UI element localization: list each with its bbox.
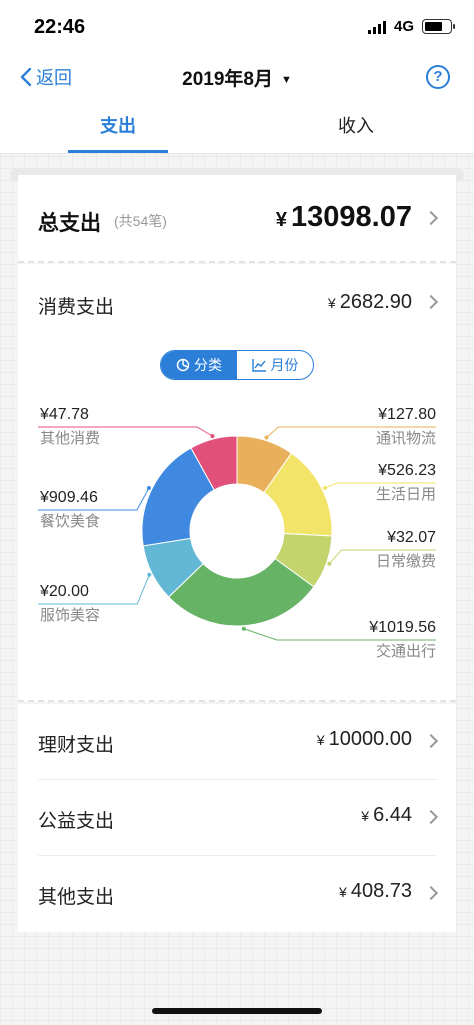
caret-down-icon: ▼ — [280, 73, 292, 86]
total-expense-row[interactable]: 总支出 (共54笔) ¥13098.07 — [18, 175, 456, 263]
status-indicators: 4G — [367, 18, 455, 35]
leader-dot — [147, 572, 152, 577]
total-count: (共54笔) — [114, 213, 167, 229]
slice-name-label: 服饰美容 — [40, 606, 100, 624]
slice-value-label: ¥909.46 — [39, 489, 98, 506]
help-icon[interactable]: ? — [426, 65, 450, 89]
slice-value-label: ¥1019.56 — [368, 619, 436, 636]
view-toggle: 分类 月份 — [160, 350, 314, 380]
currency-symbol: ¥ — [361, 808, 370, 824]
signal-icon — [367, 20, 386, 34]
toggle-month[interactable]: 月份 — [237, 351, 313, 379]
currency-symbol: ¥ — [339, 884, 347, 900]
leader-dot — [323, 486, 328, 491]
tab-bar: 支出 收入 — [0, 100, 474, 154]
tab-active-indicator — [68, 150, 168, 153]
leader-dot — [241, 626, 246, 631]
row-amount-value: 10000.00 — [328, 728, 412, 750]
slice-name-label: 通讯物流 — [376, 429, 436, 447]
toggle-category-label: 分类 — [194, 357, 222, 373]
pie-chart-icon — [176, 358, 190, 372]
slice-name-label: 其他消费 — [40, 429, 100, 447]
slice-name-label: 餐饮美食 — [40, 512, 100, 530]
leader-dot — [146, 486, 151, 491]
slice-value-label: ¥127.80 — [377, 406, 436, 423]
chevron-right-icon — [423, 885, 439, 901]
leader-dot — [327, 561, 332, 566]
network-type: 4G — [393, 18, 414, 35]
currency-symbol: ¥ — [316, 732, 325, 748]
line-chart-icon — [251, 359, 266, 372]
row-amount-value: 408.73 — [350, 880, 412, 902]
battery-icon — [422, 19, 455, 34]
row-label: 公益支出 — [38, 811, 115, 832]
toggle-category[interactable]: 分类 — [161, 351, 237, 379]
row-label: 其他支出 — [38, 887, 115, 908]
expense-list: 理财支出 ¥10000.00 公益支出 ¥6.44 其他支出 ¥408.73 — [18, 704, 456, 932]
slice-name-label: 交通出行 — [376, 642, 436, 660]
row-amount: ¥408.73 — [339, 880, 412, 903]
list-item-other[interactable]: 其他支出 ¥408.73 — [18, 856, 456, 932]
leader-dot — [264, 435, 269, 440]
row-label: 理财支出 — [38, 735, 115, 756]
tab-income[interactable]: 收入 — [306, 112, 406, 138]
total-label: 总支出 — [38, 212, 101, 235]
chevron-right-icon — [423, 210, 439, 226]
chevron-right-icon — [423, 733, 439, 749]
status-bar: 22:46 4G — [0, 0, 474, 56]
consume-card: 消费支出 ¥2682.90 ¥127.80 通讯物流 ¥526.23 生活日用 ¥32.… — [18, 264, 456, 702]
page-title: 2019年8月 — [182, 69, 273, 90]
list-item-charity[interactable]: 公益支出 ¥6.44 — [18, 780, 456, 856]
slice-value-label: ¥32.07 — [386, 529, 436, 546]
row-amount: ¥10000.00 — [317, 728, 412, 751]
row-amount-value: 6.44 — [373, 804, 412, 826]
slice-name-label: 生活日用 — [376, 485, 436, 503]
leader-dot — [210, 434, 215, 439]
status-time: 22:46 — [34, 16, 86, 38]
month-selector[interactable]: 2019年8月 ▼ — [0, 64, 474, 91]
slice-value-label: ¥20.00 — [39, 583, 89, 600]
nav-bar: 返回 2019年8月 ▼ ? — [0, 56, 474, 100]
row-amount: ¥6.44 — [361, 804, 412, 827]
home-indicator — [152, 1008, 322, 1014]
list-item-wealth[interactable]: 理财支出 ¥10000.00 — [18, 704, 456, 780]
total-amount-value: 13098.07 — [291, 201, 412, 233]
slice-value-label: ¥47.78 — [39, 406, 89, 423]
donut-chart: ¥127.80 通讯物流 ¥526.23 生活日用 ¥32.07 日常缴费 ¥1019.56… — [38, 406, 436, 660]
total-amount: ¥13098.07 — [276, 201, 412, 234]
slice-name-label: 日常缴费 — [376, 552, 436, 570]
slice-value-label: ¥526.23 — [377, 462, 436, 479]
chevron-right-icon — [423, 809, 439, 825]
tab-expense[interactable]: 支出 — [68, 112, 168, 138]
currency-symbol: ¥ — [275, 209, 288, 231]
toggle-month-label: 月份 — [270, 357, 299, 373]
